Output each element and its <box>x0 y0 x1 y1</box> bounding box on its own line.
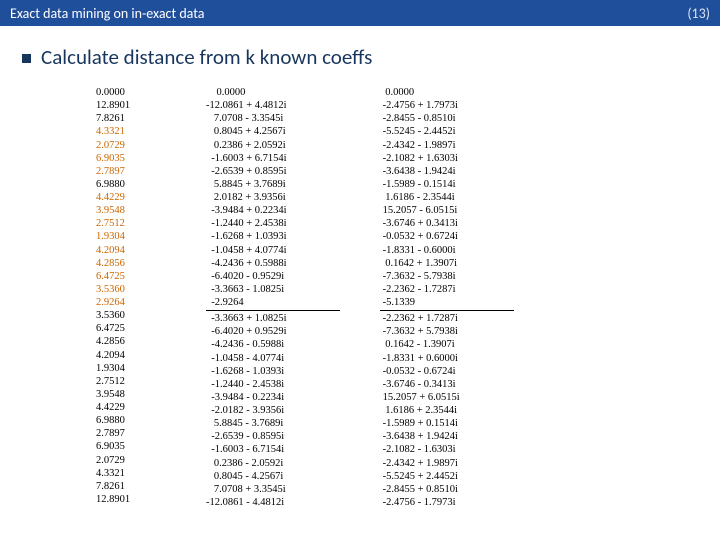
col-right-top: 0.0000 -2.4756 + 1.7973i -2.8455 - 0.851… <box>380 87 458 308</box>
slide-title: Exact data mining on in-exact data <box>10 5 204 22</box>
col-mid-top: 0.0000 -12.0861 + 4.4812i 7.0708 - 3.354… <box>206 87 287 308</box>
separator-mid <box>206 310 340 311</box>
col-left-part1: 0.0000 12.8901 7.8261 <box>96 87 130 124</box>
col-left-hl1: 4.3321 2.0729 6.9035 2.7897 <box>96 126 125 176</box>
title-bar: Exact data mining on in-exact data (13) <box>0 0 720 26</box>
col-right-bot: -2.2362 + 1.7287i -7.3632 + 5.7938i 0.16… <box>380 313 460 508</box>
slide-number: (13) <box>687 5 710 22</box>
col-left-part3: 3.5360 6.4725 4.2856 4.2094 1.9304 2.751… <box>96 310 130 505</box>
separator-right <box>380 310 514 311</box>
heading-text: Calculate distance from k known coeffs <box>41 44 372 70</box>
col-mid-bot: -3.3663 + 1.0825i -6.4020 + 0.9529i -4.2… <box>206 313 287 508</box>
col-left-part2: 6.9880 <box>96 179 125 190</box>
heading: Calculate distance from k known coeffs <box>22 44 698 70</box>
slide-body: Calculate distance from k known coeffs 0… <box>0 26 720 509</box>
bullet-icon <box>22 54 31 63</box>
column-mid: 0.0000 -12.0861 + 4.4812i 7.0708 - 3.354… <box>206 86 340 509</box>
column-right: 0.0000 -2.4756 + 1.7973i -2.8455 - 0.851… <box>380 86 514 509</box>
column-left: 0.0000 12.8901 7.8261 4.3321 2.0729 6.90… <box>96 86 166 506</box>
columns: 0.0000 12.8901 7.8261 4.3321 2.0729 6.90… <box>22 86 698 509</box>
col-left-hl2: 4.4229 3.9548 2.7512 1.9304 4.2094 4.285… <box>96 192 125 308</box>
